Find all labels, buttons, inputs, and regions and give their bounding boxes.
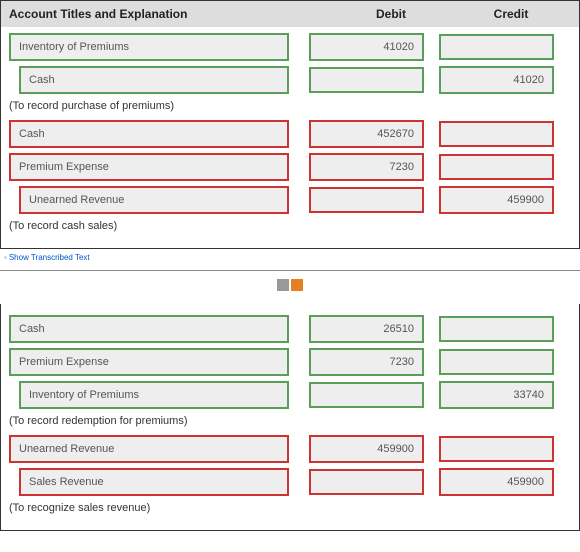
journal-row: Inventory of Premiums 41020 <box>9 33 571 61</box>
credit-input[interactable]: 33740 <box>439 381 554 409</box>
entry-caption: (To recognize sales revenue) <box>9 502 571 514</box>
header-account-titles: Account Titles and Explanation <box>9 7 309 21</box>
debit-input[interactable] <box>309 469 424 495</box>
account-input[interactable]: Premium Expense <box>9 153 289 181</box>
account-input[interactable]: Premium Expense <box>9 348 289 376</box>
debit-input[interactable]: 26510 <box>309 315 424 343</box>
account-input[interactable]: Unearned Revenue <box>9 435 289 463</box>
journal-row: Cash 452670 <box>9 120 571 148</box>
credit-input[interactable] <box>439 34 554 60</box>
journal-row: Premium Expense 7230 <box>9 348 571 376</box>
show-transcribed-link[interactable]: ◦Show Transcribed Text <box>4 253 580 262</box>
credit-input[interactable]: 41020 <box>439 66 554 94</box>
journal-row: Unearned Revenue 459900 <box>9 186 571 214</box>
account-input[interactable]: Cash <box>9 315 289 343</box>
entry-caption: (To record redemption for premiums) <box>9 415 571 427</box>
account-input[interactable]: Cash <box>9 120 289 148</box>
debit-input[interactable]: 41020 <box>309 33 424 61</box>
journal-panel-top: Account Titles and Explanation Debit Cre… <box>0 0 580 249</box>
pager-page-2[interactable] <box>291 279 303 291</box>
account-input[interactable]: Unearned Revenue <box>19 186 289 214</box>
journal-row: Cash 41020 <box>9 66 571 94</box>
panel-divider <box>0 270 580 271</box>
credit-input[interactable] <box>439 316 554 342</box>
journal-row: Cash 26510 <box>9 315 571 343</box>
journal-panel-bottom: Cash 26510 Premium Expense 7230 Inventor… <box>0 304 580 531</box>
account-input[interactable]: Inventory of Premiums <box>9 33 289 61</box>
entry-caption: (To record cash sales) <box>9 220 571 232</box>
debit-input[interactable] <box>309 67 424 93</box>
journal-header-row: Account Titles and Explanation Debit Cre… <box>1 1 579 27</box>
debit-input[interactable]: 7230 <box>309 348 424 376</box>
bullet-icon: ◦ <box>4 253 7 262</box>
credit-input[interactable] <box>439 349 554 375</box>
debit-input[interactable] <box>309 187 424 213</box>
link-text: Show Transcribed Text <box>9 253 90 262</box>
credit-input[interactable] <box>439 154 554 180</box>
account-input[interactable]: Sales Revenue <box>19 468 289 496</box>
debit-input[interactable]: 7230 <box>309 153 424 181</box>
header-credit: Credit <box>451 7 571 21</box>
credit-input[interactable] <box>439 121 554 147</box>
journal-row: Unearned Revenue 459900 <box>9 435 571 463</box>
credit-input[interactable]: 459900 <box>439 468 554 496</box>
journal-row: Sales Revenue 459900 <box>9 468 571 496</box>
pager-page-1[interactable] <box>277 279 289 291</box>
credit-input[interactable]: 459900 <box>439 186 554 214</box>
journal-row: Inventory of Premiums 33740 <box>9 381 571 409</box>
pager <box>0 279 580 294</box>
credit-input[interactable] <box>439 436 554 462</box>
debit-input[interactable]: 459900 <box>309 435 424 463</box>
header-debit: Debit <box>331 7 451 21</box>
debit-input[interactable]: 452670 <box>309 120 424 148</box>
account-input[interactable]: Inventory of Premiums <box>19 381 289 409</box>
journal-row: Premium Expense 7230 <box>9 153 571 181</box>
account-input[interactable]: Cash <box>19 66 289 94</box>
entry-caption: (To record purchase of premiums) <box>9 100 571 112</box>
debit-input[interactable] <box>309 382 424 408</box>
